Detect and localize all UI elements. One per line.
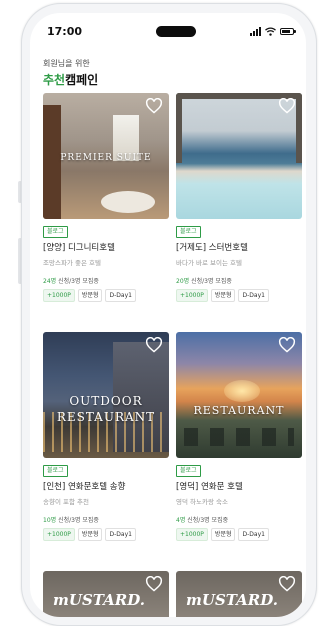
header-title: 추천캠페인 [43, 71, 98, 88]
image-overlay-text-2: RESTAURANT [56, 410, 156, 424]
applicant-count: 20명 [176, 278, 190, 285]
campaign-card-partial[interactable]: mUSTARD. [176, 571, 302, 617]
point-chip: +1000P [43, 528, 75, 541]
sun-glow [224, 380, 260, 402]
campaign-image: RESTAURANT [176, 332, 302, 458]
chip-row: +1000P 방문형 D-Day1 [43, 289, 136, 302]
chip-row: +1000P 방문형 D-Day1 [176, 528, 269, 541]
chip-row: +1000P 방문형 D-Day1 [176, 289, 269, 302]
campaign-image: PREMIER SUITE [43, 93, 169, 219]
recruit-status: 4명 신청/3명 모집중 [176, 515, 228, 524]
chip-row: +1000P 방문형 D-Day1 [43, 528, 136, 541]
header-title-accent: 추천 [43, 73, 66, 87]
card-title: [거제도] 스터번호텔 [176, 243, 248, 253]
blog-tag: 블로그 [43, 226, 68, 238]
dynamic-island [156, 26, 196, 37]
point-chip: +1000P [176, 528, 208, 541]
recruit-status: 10명 신청/3명 모집중 [43, 515, 99, 524]
image-overlay-text: RESTAURANT [193, 404, 285, 417]
heart-icon[interactable] [278, 98, 296, 114]
dday-chip: D-Day1 [105, 289, 136, 302]
wifi-icon [265, 26, 276, 36]
card-description: 바다가 바로 보이는 호텔 [176, 259, 242, 267]
campaign-image: OUTDOOR RESTAURANT [43, 332, 169, 458]
image-overlay-text-1: OUTDOOR [69, 394, 143, 408]
recruit-status: 20명 신청/3명 모집중 [176, 276, 232, 285]
visit-type-chip: 방문형 [210, 289, 236, 302]
campaign-image: mUSTARD. [43, 571, 169, 617]
campaign-card[interactable]: OUTDOOR RESTAURANT 블로그 [인천] 연화문호텔 송향 송향이… [43, 332, 169, 541]
card-description: 조망스파가 좋은 호텔 [43, 259, 101, 267]
campaign-card[interactable]: 블로그 [거제도] 스터번호텔 바다가 바로 보이는 호텔 20명 신청/3명 … [176, 93, 302, 302]
campaign-card-partial[interactable]: mUSTARD. [43, 571, 169, 617]
heart-icon[interactable] [145, 337, 163, 353]
blog-tag: 블로그 [43, 465, 68, 477]
card-title: [영덕] 연화문 호텔 [176, 482, 243, 492]
visit-type-chip: 방문형 [77, 289, 103, 302]
blog-tag: 블로그 [176, 465, 201, 477]
heart-icon[interactable] [145, 98, 163, 114]
campaign-image [176, 93, 302, 219]
brand-logo: mUSTARD. [186, 591, 278, 609]
status-time: 17:00 [47, 25, 83, 38]
header-title-rest: 캠페인 [65, 73, 99, 87]
battery-icon [280, 27, 296, 35]
visit-type-chip: 방문형 [210, 528, 236, 541]
dining-sets [184, 428, 294, 446]
point-chip: +1000P [176, 289, 208, 302]
recruit-text: 신청/3명 모집중 [56, 278, 99, 285]
recruit-status: 24명 신청/3명 모집중 [43, 276, 99, 285]
heart-icon[interactable] [278, 337, 296, 353]
dday-chip: D-Day1 [238, 528, 269, 541]
recruit-text: 신청/3명 모집중 [185, 517, 229, 524]
recruit-text: 신청/3명 모집중 [189, 278, 232, 285]
blog-tag: 블로그 [176, 226, 201, 238]
applicant-count: 24명 [43, 278, 57, 285]
campaign-card[interactable]: PREMIER SUITE 블로그 [양양] 디그니티호텔 조망스파가 좋은 호… [43, 93, 169, 302]
status-icons [250, 25, 296, 37]
signal-icon [250, 26, 261, 36]
header-subtitle: 회원님을 위한 [43, 59, 90, 68]
campaign-image: mUSTARD. [176, 571, 302, 617]
recruit-text: 신청/3명 모집중 [56, 517, 99, 524]
phone-screen: 17:00 회원님을 위한 추천캠페인 PREMIER SUITE 블로그 [양… [30, 13, 306, 617]
image-overlay-text: PREMIER SUITE [60, 153, 152, 163]
heart-icon[interactable] [278, 576, 296, 592]
table-shape [101, 191, 155, 213]
card-description: 영덕 하노카랑 숙소 [176, 498, 228, 506]
dday-chip: D-Day1 [105, 528, 136, 541]
heart-icon[interactable] [145, 576, 163, 592]
visit-type-chip: 방문형 [77, 528, 103, 541]
card-description: 송향이 포함 추천 [43, 498, 89, 506]
card-title: [인천] 연화문호텔 송향 [43, 482, 126, 492]
dday-chip: D-Day1 [238, 289, 269, 302]
applicant-count: 4명 [176, 517, 186, 524]
point-chip: +1000P [43, 289, 75, 302]
applicant-count: 10명 [43, 517, 57, 524]
status-bar: 17:00 [30, 13, 306, 49]
campaign-card[interactable]: RESTAURANT 블로그 [영덕] 연화문 호텔 영덕 하노카랑 숙소 4명… [176, 332, 302, 541]
brand-logo: mUSTARD. [53, 591, 145, 609]
card-title: [양양] 디그니티호텔 [43, 243, 115, 253]
